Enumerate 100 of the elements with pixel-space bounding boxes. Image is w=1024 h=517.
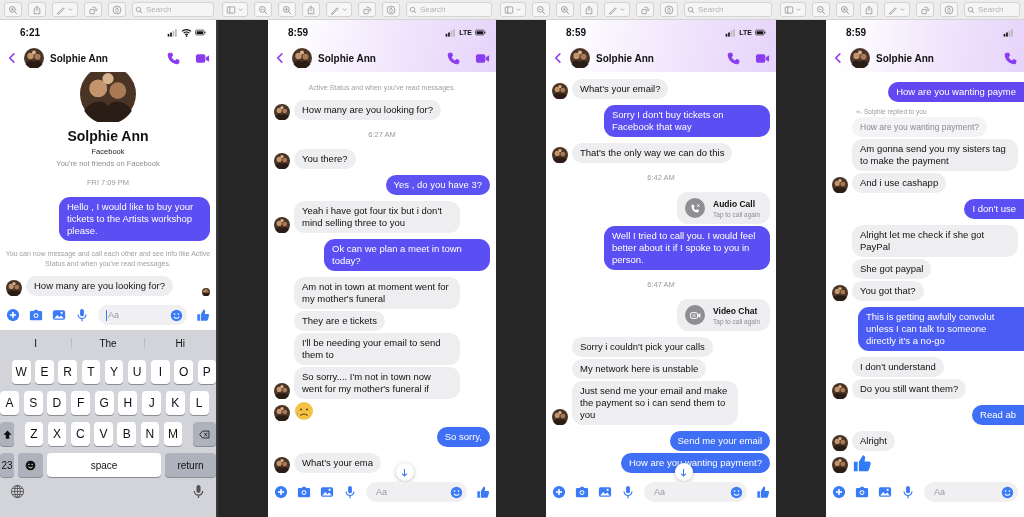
camera-icon[interactable] [297, 485, 311, 499]
zoom-in-button[interactable] [278, 2, 296, 17]
incoming-message: I'll be needing your email to send them to [294, 333, 460, 365]
phone-icon[interactable] [166, 50, 181, 66]
photo-icon[interactable] [52, 308, 66, 322]
contact-name: Solphie Ann [876, 52, 935, 64]
phone-icon[interactable] [446, 50, 461, 66]
microphone-icon[interactable] [901, 485, 915, 499]
caret-icon [237, 6, 244, 13]
keyboard-key[interactable]: L [189, 391, 209, 415]
sad-emoji-icon [294, 401, 314, 421]
photo-icon[interactable] [320, 485, 334, 499]
markup-button[interactable] [660, 2, 678, 17]
phone-icon [688, 201, 702, 215]
zoom-out-button[interactable] [812, 2, 830, 17]
keyboard-key[interactable]: M [163, 422, 183, 446]
call-title: Video Chat [713, 305, 759, 316]
keyboard-key[interactable]: F [71, 391, 91, 415]
keyboard-key[interactable]: S [23, 391, 43, 415]
keyboard-key[interactable]: Y [104, 360, 124, 384]
keyboard-key[interactable]: N [140, 422, 160, 446]
keyboard-key[interactable]: G [94, 391, 114, 415]
camera-icon[interactable] [575, 485, 589, 499]
thumbs-up-icon[interactable] [756, 485, 770, 499]
microphone-icon[interactable] [75, 308, 89, 322]
keyboard-key[interactable]: X [47, 422, 67, 446]
caret-icon [515, 6, 522, 13]
suggestion[interactable]: Hi [143, 337, 216, 349]
keyboard-key[interactable]: I [151, 360, 170, 384]
dictation-icon[interactable] [191, 484, 206, 499]
rotate-icon [362, 4, 372, 15]
keyboard-key[interactable]: J [142, 391, 162, 415]
camera-icon[interactable] [855, 485, 869, 499]
microphone-icon[interactable] [343, 485, 357, 499]
thumbs-up-icon[interactable] [196, 308, 210, 322]
add-icon[interactable] [6, 308, 20, 322]
keyboard-key[interactable]: C [71, 422, 90, 446]
keyboard-key[interactable]: V [94, 422, 113, 446]
pen-button[interactable] [326, 2, 352, 17]
photo-icon[interactable] [878, 485, 892, 499]
add-icon[interactable] [274, 485, 288, 499]
keyboard-key[interactable]: A [0, 391, 19, 415]
caret-icon [899, 6, 906, 13]
keyboard-key[interactable]: D [47, 391, 67, 415]
message-field[interactable]: Aa [98, 305, 187, 325]
keyboard-key[interactable]: E [35, 360, 54, 384]
keyboard-key[interactable]: Z [24, 422, 44, 446]
microphone-icon[interactable] [621, 485, 635, 499]
phone-icon[interactable] [726, 50, 741, 66]
outgoing-message: Sorry I don't buy tickets on Facebook that way [604, 105, 770, 137]
zoom-in-button[interactable] [4, 2, 22, 17]
keyboard-key[interactable]: O [174, 360, 193, 384]
space-key[interactable]: space [47, 453, 161, 477]
keyboard-key[interactable]: H [118, 391, 138, 415]
add-icon[interactable] [832, 485, 846, 499]
zoom-out-button[interactable] [254, 2, 272, 17]
keyboard-key[interactable]: W [12, 360, 31, 384]
suggestion[interactable]: I [0, 337, 72, 349]
smiley-icon[interactable] [170, 308, 183, 322]
keyboard-key[interactable]: R [58, 360, 77, 384]
smiley-icon[interactable] [450, 485, 463, 499]
pen-button[interactable] [604, 2, 630, 17]
shift-key[interactable] [0, 422, 14, 446]
message-field[interactable]: Aa [366, 482, 467, 502]
pen-button[interactable] [884, 2, 910, 17]
emoji-key[interactable] [18, 453, 43, 477]
add-icon[interactable] [552, 485, 566, 499]
message-field[interactable]: Aa [644, 482, 747, 502]
keyboard-key[interactable]: B [117, 422, 136, 446]
incoming-message: Am gonna send you my sisters tag to make the payment [852, 139, 1018, 171]
smiley-icon[interactable] [1001, 485, 1014, 499]
incoming-message: You there? [294, 149, 356, 169]
signal-icon [445, 26, 457, 38]
keyboard-key[interactable]: P [197, 360, 216, 384]
return-key[interactable]: return [165, 453, 216, 477]
suggestion[interactable]: The [71, 337, 144, 349]
keyboard-key[interactable]: U [127, 360, 147, 384]
scroll-down-button[interactable] [395, 463, 414, 481]
share-icon [864, 4, 874, 15]
message-field[interactable]: Aa [924, 482, 1018, 502]
numbers-key[interactable]: 23 [0, 453, 14, 477]
keyboard-key[interactable]: T [81, 360, 101, 384]
zoom-in-button[interactable] [836, 2, 854, 17]
zoom-out-button[interactable] [532, 2, 550, 17]
thumbs-up-icon[interactable] [476, 485, 490, 499]
pen-button[interactable] [52, 2, 78, 17]
globe-icon[interactable] [10, 484, 25, 499]
battery-icon [195, 26, 206, 38]
delete-key[interactable] [193, 422, 216, 446]
keyboard-key[interactable]: K [165, 391, 185, 415]
zoom-in-button[interactable] [556, 2, 574, 17]
smiley-icon[interactable] [730, 485, 743, 499]
markup-button[interactable] [108, 2, 126, 17]
pen-icon [56, 4, 66, 15]
markup-button[interactable] [382, 2, 400, 17]
rotate-icon [640, 4, 650, 15]
markup-button[interactable] [940, 2, 958, 17]
photo-icon[interactable] [598, 485, 612, 499]
camera-icon[interactable] [29, 308, 43, 322]
phone-icon[interactable] [1003, 50, 1018, 66]
